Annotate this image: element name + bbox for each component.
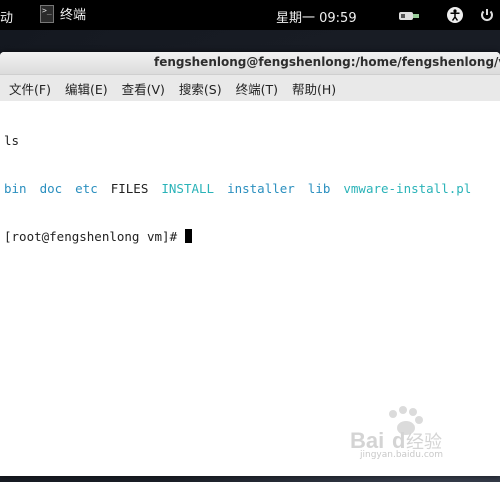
ls-entry: vmware-install.pl	[343, 181, 472, 196]
ls-entry: lib	[307, 181, 331, 196]
ls-entry: installer	[227, 181, 295, 196]
ls-output-line: bin doc etc FILES INSTALL installer lib vmware-…	[4, 181, 500, 197]
menu-search[interactable]: 搜索(S)	[178, 77, 223, 100]
window-title: fengshenlong@fengshenlong:/home/fengshen…	[154, 55, 500, 69]
menu-file[interactable]: 文件(F)	[8, 77, 52, 100]
app-menu-label: 终端	[60, 8, 87, 23]
window-titlebar[interactable]: fengshenlong@fengshenlong:/home/fengshen…	[0, 52, 500, 75]
ls-entry: doc	[39, 181, 63, 196]
menu-help[interactable]: 帮助(H)	[291, 77, 337, 100]
terminal-icon: >_	[40, 4, 54, 23]
command-line: ls	[4, 133, 20, 148]
text-cursor	[184, 229, 192, 243]
menu-view[interactable]: 查看(V)	[121, 77, 166, 100]
accessibility-icon[interactable]	[447, 7, 463, 23]
menu-terminal[interactable]: 终端(T)	[235, 77, 279, 100]
top-bar: 动 >_ 终端 星期一 09:59	[0, 0, 500, 30]
menu-edit[interactable]: 编辑(E)	[64, 77, 109, 100]
ls-entry: etc	[75, 181, 98, 196]
shell-prompt: [root@fengshenlong vm]#	[4, 229, 185, 244]
prompt-line: [root@fengshenlong vm]#	[4, 229, 500, 245]
menu-bar: 文件(F) 编辑(E) 查看(V) 搜索(S) 终端(T) 帮助(H)	[0, 75, 500, 102]
app-menu[interactable]: >_ 终端	[40, 4, 86, 23]
clock[interactable]: 星期一 09:59	[276, 7, 357, 26]
network-icon[interactable]	[398, 8, 420, 22]
ls-entry: FILES	[110, 181, 149, 196]
power-icon[interactable]	[479, 7, 495, 23]
activities-button[interactable]: 动	[0, 7, 13, 26]
ls-entry: bin	[4, 181, 27, 196]
watermark-url: jingyan.baidu.com	[360, 450, 444, 460]
ls-entry: INSTALL	[161, 181, 215, 196]
